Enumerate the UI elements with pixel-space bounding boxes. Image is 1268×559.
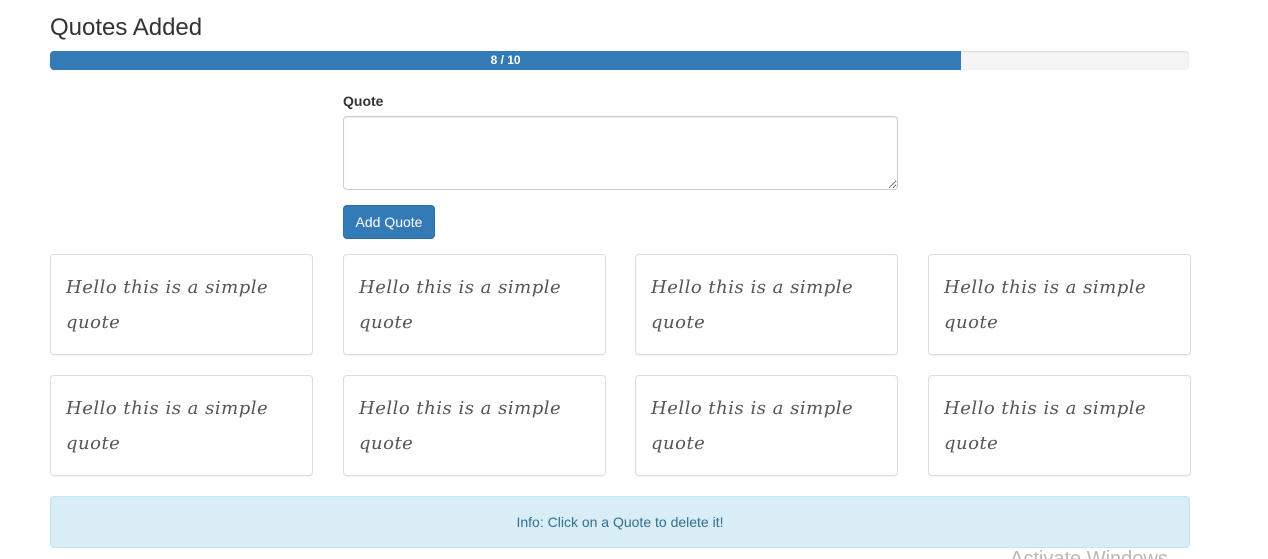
page: Quotes Added 8 / 10 Quote Add Quote Hell…	[0, 0, 1268, 559]
quote-card[interactable]: Hello this is a simple quote	[635, 254, 898, 355]
quote-card[interactable]: Hello this is a simple quote	[635, 375, 898, 476]
quote-card[interactable]: Hello this is a simple quote	[928, 254, 1191, 355]
quote-text: Hello this is a simple quote	[66, 398, 269, 454]
quotes-progress: 8 / 10	[50, 51, 1189, 70]
quote-card[interactable]: Hello this is a simple quote	[343, 375, 606, 476]
quote-text: Hello this is a simple quote	[651, 398, 854, 454]
add-quote-form: Quote	[343, 93, 898, 190]
progress-bar-fill: 8 / 10	[50, 51, 962, 70]
quote-text: Hello this is a simple quote	[359, 398, 562, 454]
quote-card[interactable]: Hello this is a simple quote	[50, 375, 313, 476]
quote-card[interactable]: Hello this is a simple quote	[50, 254, 313, 355]
activate-windows-watermark: Activate Windows	[1010, 548, 1168, 559]
quote-text: Hello this is a simple quote	[66, 277, 269, 333]
quote-card[interactable]: Hello this is a simple quote	[928, 375, 1191, 476]
quote-label: Quote	[343, 93, 384, 109]
quote-textarea[interactable]	[343, 116, 898, 190]
quote-text: Hello this is a simple quote	[944, 398, 1147, 454]
add-quote-button[interactable]: Add Quote	[343, 205, 435, 239]
quote-text: Hello this is a simple quote	[651, 277, 854, 333]
quote-text: Hello this is a simple quote	[359, 277, 562, 333]
page-title: Quotes Added	[50, 14, 203, 41]
info-alert: Info: Click on a Quote to delete it!	[50, 496, 1190, 548]
quote-text: Hello this is a simple quote	[944, 277, 1147, 333]
quote-card[interactable]: Hello this is a simple quote	[343, 254, 606, 355]
